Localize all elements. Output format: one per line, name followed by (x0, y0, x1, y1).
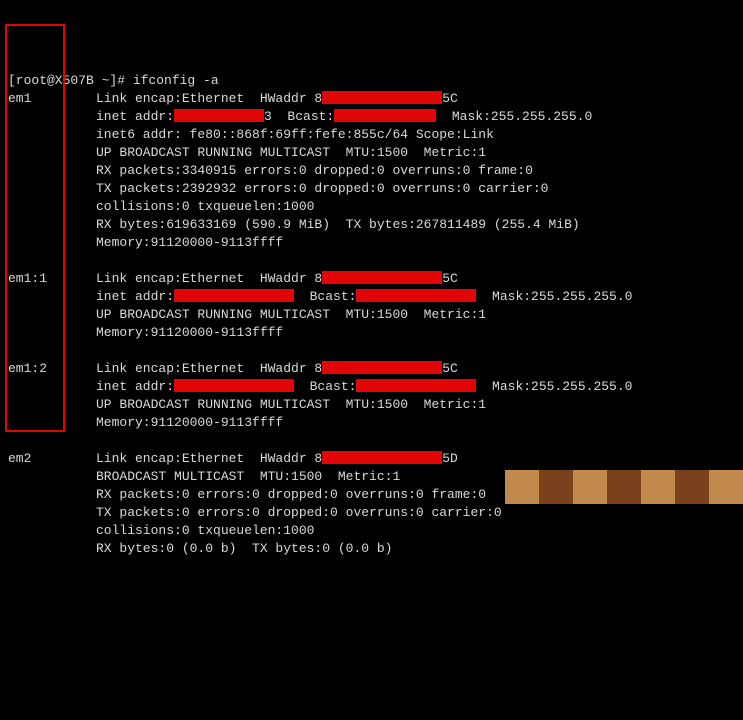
interface-detail: RX packets:3340915 errors:0 dropped:0 ov… (96, 162, 743, 180)
interface-name (0, 306, 96, 324)
output-row: RX bytes:619633169 (590.9 MiB) TX bytes:… (0, 216, 743, 234)
watermark-blocks (505, 470, 743, 504)
interface-detail: RX bytes:619633169 (590.9 MiB) TX bytes:… (96, 216, 743, 234)
interface-name (0, 108, 96, 126)
interface-name: em1:1 (0, 270, 96, 288)
interface-detail: Link encap:Ethernet HWaddr 85C (96, 90, 743, 108)
interface-name (0, 396, 96, 414)
interface-detail: Link encap:Ethernet HWaddr 85C (96, 360, 743, 378)
redaction-block (174, 109, 264, 122)
redaction-block (322, 361, 442, 374)
output-row: collisions:0 txqueuelen:1000 (0, 198, 743, 216)
interface-name (0, 468, 96, 486)
output-row: UP BROADCAST RUNNING MULTICAST MTU:1500 … (0, 306, 743, 324)
output-row: TX packets:2392932 errors:0 dropped:0 ov… (0, 180, 743, 198)
interface-name (0, 234, 96, 252)
interface-name (0, 522, 96, 540)
interface-detail: inet6 addr: fe80::868f:69ff:fefe:855c/64… (96, 126, 743, 144)
interface-detail: inet addr: Bcast: Mask:255.255.255.0 (96, 288, 743, 306)
interface-name (0, 180, 96, 198)
output-row: UP BROADCAST RUNNING MULTICAST MTU:1500 … (0, 144, 743, 162)
interface-name (0, 504, 96, 522)
interface-name (0, 378, 96, 396)
redaction-block (322, 271, 442, 284)
interface-detail: RX bytes:0 (0.0 b) TX bytes:0 (0.0 b) (96, 540, 743, 558)
interface-name: em1 (0, 90, 96, 108)
interface-name: em1:2 (0, 360, 96, 378)
output-row: inet6 addr: fe80::868f:69ff:fefe:855c/64… (0, 126, 743, 144)
redaction-block (334, 109, 436, 122)
output-row: RX bytes:0 (0.0 b) TX bytes:0 (0.0 b) (0, 540, 743, 558)
interface-detail: inet addr:3 Bcast: Mask:255.255.255.0 (96, 108, 743, 126)
interface-detail: Memory:91120000-9113ffff (96, 414, 743, 432)
interface-detail: Memory:91120000-9113ffff (96, 324, 743, 342)
output-row: Memory:91120000-9113ffff (0, 234, 743, 252)
interface-name (0, 162, 96, 180)
interface-detail: Memory:91120000-9113ffff (96, 234, 743, 252)
interface-name (0, 216, 96, 234)
output-row: em1:2Link encap:Ethernet HWaddr 85C (0, 360, 743, 378)
interface-name (0, 198, 96, 216)
output-row: collisions:0 txqueuelen:1000 (0, 522, 743, 540)
output-row: inet addr: Bcast: Mask:255.255.255.0 (0, 378, 743, 396)
output-row: em2Link encap:Ethernet HWaddr 85D (0, 450, 743, 468)
interface-detail: UP BROADCAST RUNNING MULTICAST MTU:1500 … (96, 144, 743, 162)
interface-name (0, 144, 96, 162)
interface-name (0, 126, 96, 144)
interface-detail: collisions:0 txqueuelen:1000 (96, 522, 743, 540)
output-row: Memory:91120000-9113ffff (0, 324, 743, 342)
interface-detail: Link encap:Ethernet HWaddr 85C (96, 270, 743, 288)
interface-detail: collisions:0 txqueuelen:1000 (96, 198, 743, 216)
redaction-block (322, 91, 442, 104)
redaction-block (174, 379, 294, 392)
output-row: RX packets:3340915 errors:0 dropped:0 ov… (0, 162, 743, 180)
interface-name (0, 288, 96, 306)
output-row: TX packets:0 errors:0 dropped:0 overruns… (0, 504, 743, 522)
output-row: em1Link encap:Ethernet HWaddr 85C (0, 90, 743, 108)
interface-name: em2 (0, 450, 96, 468)
interface-detail: Link encap:Ethernet HWaddr 85D (96, 450, 743, 468)
redaction-block (356, 289, 476, 302)
redaction-block (322, 451, 442, 464)
redaction-block (174, 289, 294, 302)
output-row: inet addr: Bcast: Mask:255.255.255.0 (0, 288, 743, 306)
interface-name (0, 414, 96, 432)
interface-name (0, 540, 96, 558)
interface-name (0, 486, 96, 504)
interface-detail: TX packets:2392932 errors:0 dropped:0 ov… (96, 180, 743, 198)
interface-detail: inet addr: Bcast: Mask:255.255.255.0 (96, 378, 743, 396)
output-row: UP BROADCAST RUNNING MULTICAST MTU:1500 … (0, 396, 743, 414)
prompt-line: [root@X507B ~]# ifconfig -a (0, 72, 743, 90)
output-row: inet addr:3 Bcast: Mask:255.255.255.0 (0, 108, 743, 126)
output-row: Memory:91120000-9113ffff (0, 414, 743, 432)
output-row: em1:1Link encap:Ethernet HWaddr 85C (0, 270, 743, 288)
interface-name (0, 324, 96, 342)
interface-detail: UP BROADCAST RUNNING MULTICAST MTU:1500 … (96, 396, 743, 414)
redaction-block (356, 379, 476, 392)
interface-detail: TX packets:0 errors:0 dropped:0 overruns… (96, 504, 743, 522)
interface-detail: UP BROADCAST RUNNING MULTICAST MTU:1500 … (96, 306, 743, 324)
